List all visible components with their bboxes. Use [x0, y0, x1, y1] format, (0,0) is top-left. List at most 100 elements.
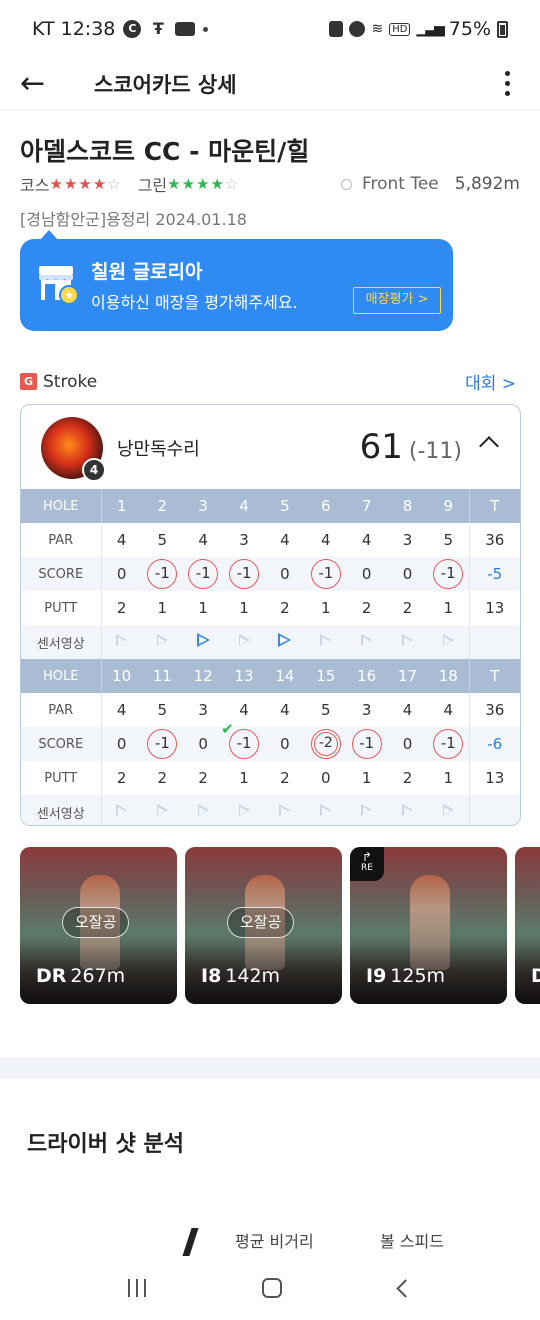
- par-cell: 5: [443, 531, 454, 549]
- birdie-circle: -1: [433, 729, 464, 759]
- putt-cell: 2: [157, 769, 168, 787]
- eagle-double-circle: -2: [310, 729, 341, 759]
- putt-cell: 1: [239, 599, 249, 617]
- tournament-link[interactable]: 대회 >: [465, 369, 516, 394]
- par-cell: 4: [116, 701, 127, 719]
- shot-thumbnail[interactable]: ↱ RE I9 125m: [350, 847, 507, 1004]
- shot-thumbnail[interactable]: 오잘공 I8 142m: [185, 847, 342, 1004]
- video-cell: [223, 795, 265, 825]
- hole-number: 13: [223, 659, 265, 693]
- store-rating-banner[interactable]: ★ 칠원 글로리아 이용하신 매장을 평가해주세요. 매장평가 >: [20, 230, 453, 331]
- hole-label: HOLE: [21, 659, 102, 693]
- course-name: 아델스코트 CC - 마운틴/힐: [20, 137, 310, 166]
- score-cell: -1: [182, 557, 224, 591]
- lock-icon: [329, 21, 344, 37]
- video-label: 센서영상: [21, 625, 102, 659]
- shot-tag: 오잘공: [227, 907, 295, 938]
- ball-speed-label: 볼 스피드: [380, 1232, 444, 1251]
- video-row-back: 센서영상: [21, 795, 520, 825]
- section-divider: [0, 1057, 540, 1079]
- video-cell: [182, 795, 224, 825]
- hole-number: 12: [182, 659, 224, 693]
- home-icon[interactable]: [262, 1278, 283, 1298]
- putt-cell: 2: [361, 599, 372, 617]
- more-menu-icon[interactable]: [505, 71, 520, 96]
- putt-cell: 2: [402, 599, 413, 617]
- video-total: [468, 795, 520, 825]
- play-icon[interactable]: [196, 632, 210, 648]
- avatar: 4: [41, 417, 106, 482]
- play-icon-disabled: [402, 804, 414, 817]
- system-back-icon[interactable]: [396, 1278, 415, 1298]
- score-cell: -1: [141, 557, 183, 591]
- carrier-time: KT 12:38: [32, 18, 116, 40]
- video-row-front: 센서영상: [21, 625, 520, 659]
- rate-store-button[interactable]: 매장평가 >: [353, 287, 441, 314]
- par-cell: 4: [402, 701, 413, 719]
- level-badge: 4: [82, 458, 106, 482]
- par-cell: 5: [157, 701, 168, 719]
- video-cell[interactable]: [182, 625, 224, 659]
- par-total: 36: [468, 523, 520, 557]
- shot-thumbnail[interactable]: D: [515, 847, 540, 1004]
- hole-number: 17: [387, 659, 428, 693]
- putt-cell: 1: [443, 769, 454, 787]
- replay-badge: ↱ RE: [350, 847, 384, 881]
- scorecard-table: HOLE 1 2 3 4 5 6 7 8 9 T PAR 4 5 4 3 4 4…: [21, 489, 520, 825]
- putt-cell: 0: [321, 769, 331, 787]
- video-cell[interactable]: [264, 625, 306, 659]
- g-badge-icon: G: [20, 373, 37, 390]
- back-arrow-icon[interactable]: ←: [20, 66, 60, 101]
- hole-number: 5: [264, 489, 306, 523]
- course-rating-label: 코스: [20, 176, 50, 195]
- store-message: 이용하신 매장을 평가해주세요.: [91, 293, 298, 312]
- game-mode-label: Stroke: [43, 371, 98, 392]
- par-label: PAR: [21, 523, 102, 557]
- video-cell: [101, 625, 142, 659]
- video-cell: [346, 625, 388, 659]
- alarm-icon: [349, 21, 366, 37]
- checkmark-icon: ✔: [221, 720, 234, 738]
- svg-text:★: ★: [64, 289, 74, 302]
- video-label: 센서영상: [21, 795, 102, 825]
- video-cell: [428, 625, 469, 659]
- shot-info: D: [531, 965, 540, 987]
- play-icon[interactable]: [278, 632, 292, 648]
- par-cell: 3: [239, 531, 249, 549]
- store-icon: ★: [39, 266, 79, 305]
- hole-number: 14: [264, 659, 306, 693]
- battery-percent: 75%: [448, 18, 491, 40]
- score-cell: 0: [264, 727, 306, 761]
- shot-info: I8 142m: [201, 965, 280, 987]
- par-row-front: PAR 4 5 4 3 4 4 4 3 5 36: [21, 523, 520, 557]
- play-icon-disabled: [402, 634, 414, 647]
- driver-analysis-title: 드라이버 샷 분석: [27, 1132, 184, 1157]
- hole-number: 9: [428, 489, 469, 523]
- score-cell: 0: [101, 727, 142, 761]
- hole-row-front: HOLE 1 2 3 4 5 6 7 8 9 T: [21, 489, 520, 523]
- player-header[interactable]: 4 낭만독수리 61 (-11): [21, 405, 520, 489]
- shot-distance: 125m: [390, 965, 446, 987]
- score-row-back: SCORE 0 -1 0 ✔ -1 0 -2 -1 0 -1 -6: [21, 720, 520, 761]
- system-nav-bar: [0, 1256, 540, 1320]
- replay-icon: ↱: [361, 850, 373, 864]
- club-name: I8: [201, 965, 222, 987]
- recent-apps-icon[interactable]: [128, 1279, 147, 1297]
- course-distance: 5,892m: [454, 174, 520, 194]
- course-rating-stars: ★★★★☆: [49, 175, 122, 193]
- score-cell: -1: [305, 557, 347, 591]
- par-cell: 4: [443, 701, 454, 719]
- score-row-front: SCORE 0 -1 -1 -1 0 -1 0 0 -1 -5: [21, 557, 520, 591]
- battery-icon: [497, 20, 508, 38]
- collapse-chevron-icon[interactable]: [479, 436, 499, 456]
- play-icon-disabled: [197, 804, 209, 817]
- score-label: SCORE: [21, 557, 102, 591]
- shot-thumbnail[interactable]: 오잘공 DR 267m: [20, 847, 177, 1004]
- hole-number: 15: [305, 659, 347, 693]
- total-score: 61 (-11): [360, 427, 462, 467]
- hole-number: 4: [223, 489, 265, 523]
- tee-color-icon: [340, 178, 352, 190]
- par-cell: 4: [116, 531, 127, 549]
- score-cell: 0: [387, 557, 428, 591]
- par-cell: 3: [198, 701, 208, 719]
